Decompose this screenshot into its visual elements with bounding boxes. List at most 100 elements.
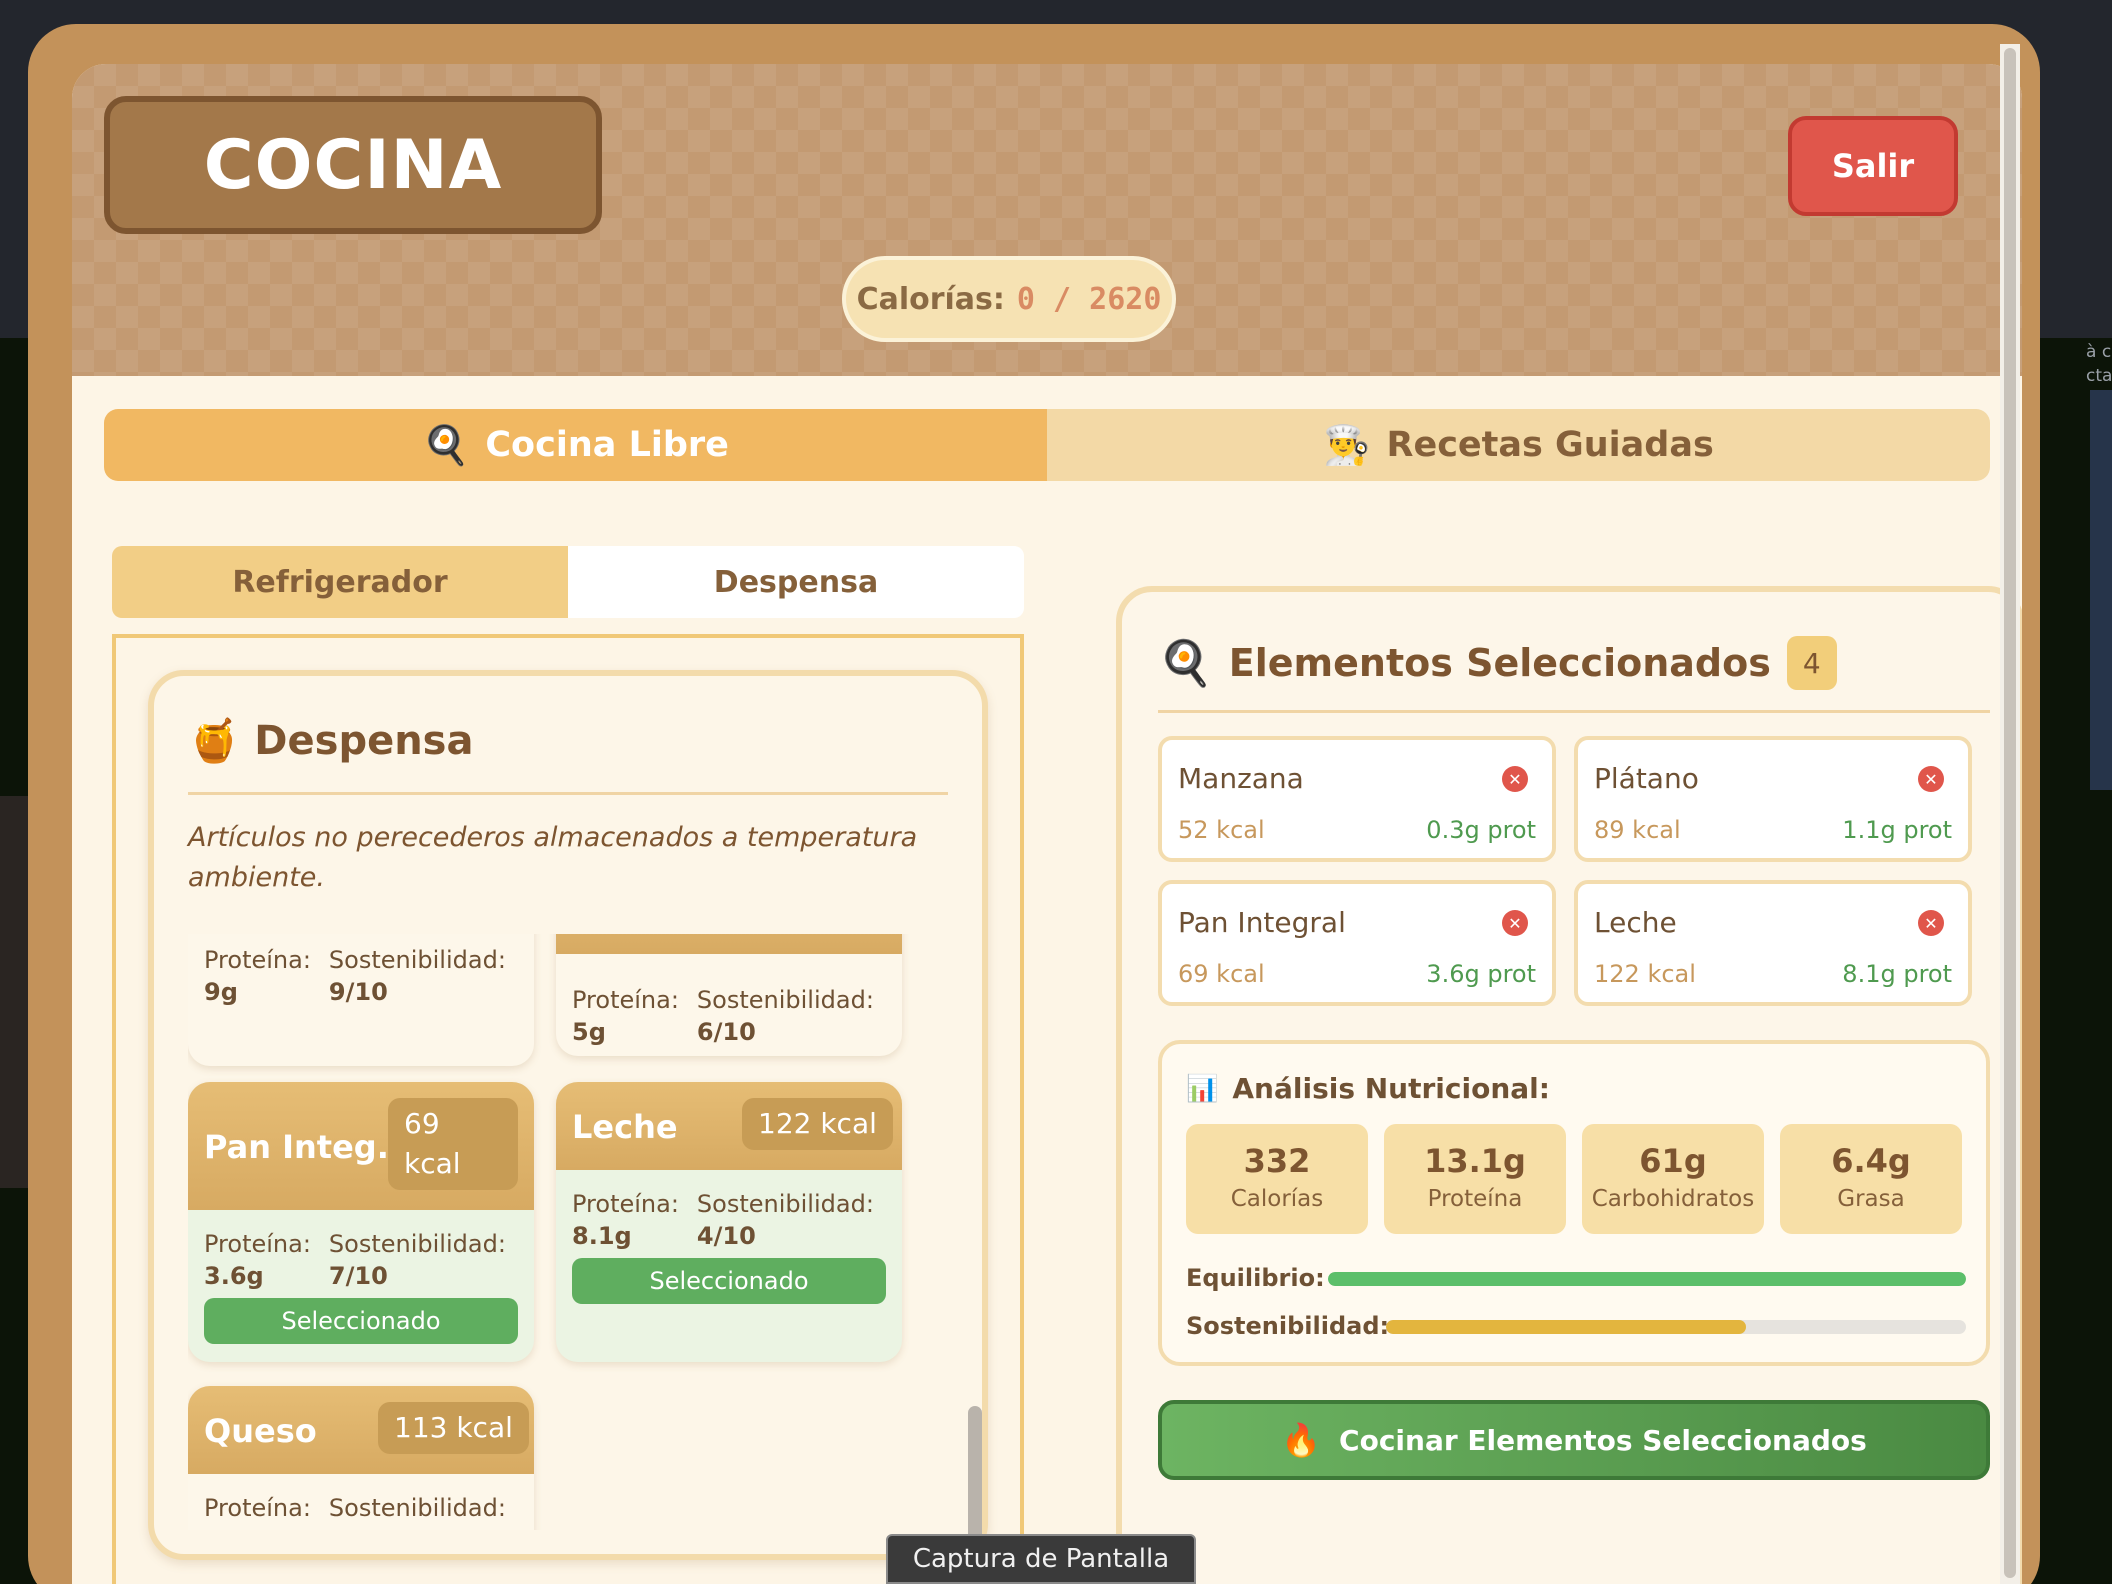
sustainability-label: Sostenibilidad: [1186, 1312, 1390, 1340]
food-kcal-badge: 113 kcal [378, 1402, 529, 1454]
pantry-description: Artículos no perecederos almacenados a t… [188, 822, 918, 893]
food-card-leche[interactable]: Leche 122 kcal Proteína: 8.1g Sostenibili… [556, 1082, 902, 1362]
modal-scrollbar-thumb[interactable] [2004, 48, 2016, 1578]
food-stats: Proteína: Sostenibilidad: [204, 1492, 506, 1524]
selected-item-name: Leche [1594, 906, 1677, 939]
sustainability-label: Sostenibilidad: [328, 1494, 506, 1522]
balance-bar [1328, 1272, 1966, 1286]
sustainability-label: Sostenibilidad: [328, 1230, 506, 1258]
protein-label: Proteína: [572, 1190, 679, 1218]
food-card-header [556, 934, 902, 954]
frying-pan-icon: 🍳 [1158, 638, 1213, 689]
pantry-item-list[interactable]: Proteína: 9g Sostenibilidad: 9/10 Proteína… [188, 934, 948, 1530]
stat-fat: 6.4g Grasa [1780, 1124, 1962, 1234]
nutrition-analysis: 📊 Análisis Nutricional: 332 Calorías 13.… [1158, 1040, 1990, 1366]
protein-stat: Proteína: 8.1g [572, 1188, 679, 1252]
selected-item-kcal: 52 kcal [1178, 816, 1265, 844]
stat-label: Calorías [1230, 1186, 1324, 1212]
remove-icon[interactable]: ✕ [1502, 766, 1528, 792]
balance-bar-fill [1328, 1272, 1966, 1286]
sustainability-value: 6/10 [696, 1018, 756, 1046]
stat-label: Grasa [1837, 1186, 1905, 1212]
food-name: Pan Integ... [204, 1128, 414, 1166]
protein-value: 8.1g [572, 1222, 632, 1250]
sustainability-stat: Sostenibilidad: 4/10 [697, 1188, 874, 1252]
stat-label: Carbohidratos [1591, 1186, 1755, 1212]
tab-recetas-guiadas[interactable]: 👨‍🍳 Recetas Guiadas [1047, 409, 1990, 481]
food-stats: Proteína: 3.6g Sostenibilidad: 7/10 [204, 1228, 506, 1292]
background-side-text: à c cta [2086, 340, 2112, 388]
sustainability-label: Sostenibilidad: [696, 986, 874, 1014]
selected-item[interactable]: Manzana ✕ 52 kcal 0.3g prot [1158, 736, 1556, 862]
fire-icon: 🔥 [1281, 1421, 1322, 1459]
food-stats: Proteína: 8.1g Sostenibilidad: 4/10 [572, 1188, 874, 1252]
divider [1158, 710, 1990, 713]
kitchen-title: COCINA [104, 96, 602, 234]
screenshot-tooltip: Captura de Pantalla [886, 1534, 1196, 1584]
background-side-panel [2090, 390, 2112, 790]
background-side-text-line: à c [2086, 342, 2112, 362]
divider [188, 792, 948, 795]
selected-button[interactable]: Seleccionado [572, 1258, 886, 1304]
sustainability-label: Sostenibilidad: [696, 1190, 874, 1218]
pantry-scrollbar[interactable] [1000, 934, 1022, 1530]
tab-label: Recetas Guiadas [1386, 425, 1714, 465]
selected-item-kcal: 122 kcal [1594, 960, 1696, 988]
exit-button[interactable]: Salir [1788, 116, 1958, 216]
stat-label: Proteína [1427, 1186, 1523, 1212]
sustainability-stat: Sostenibilidad: 7/10 [329, 1228, 506, 1292]
food-kcal-badge: 69 kcal [388, 1098, 518, 1190]
selected-item-protein: 1.1g prot [1842, 816, 1952, 844]
selected-item-name: Plátano [1594, 762, 1699, 795]
pantry-title: Despensa [254, 718, 474, 764]
storage-tabs: Refrigerador Despensa [112, 546, 1024, 618]
tab-despensa[interactable]: Despensa [568, 546, 1024, 618]
food-name: Leche [572, 1108, 678, 1146]
food-card[interactable]: Proteína: 5g Sostenibilidad: 6/10 [556, 934, 902, 1056]
frying-pan-icon: 🍳 [422, 422, 470, 467]
background-side-text-line: cta [2086, 366, 2112, 386]
selected-button[interactable]: Seleccionado [204, 1298, 518, 1344]
calories-counter: Calorías: 0 / 2620 [842, 256, 1176, 342]
pantry-card: 🍯 Despensa Artículos no perecederos alma… [148, 670, 988, 1560]
selected-item-protein: 0.3g prot [1426, 816, 1536, 844]
selected-item-protein: 8.1g prot [1842, 960, 1952, 988]
selected-item[interactable]: Pan Integral ✕ 69 kcal 3.6g prot [1158, 880, 1556, 1006]
protein-label: Proteína: [572, 986, 679, 1014]
kitchen-modal: COCINA Salir Calorías: 0 / 2620 🍳 Cocina… [28, 24, 2040, 1584]
kitchen-modal-body: COCINA Salir Calorías: 0 / 2620 🍳 Cocina… [72, 64, 2022, 1584]
sustainability-value: 9/10 [328, 978, 388, 1006]
cook-selected-button[interactable]: 🔥 Cocinar Elementos Seleccionados [1158, 1400, 1990, 1480]
remove-icon[interactable]: ✕ [1918, 910, 1944, 936]
sustainability-bar-fill [1386, 1320, 1746, 1334]
selected-count-badge: 4 [1786, 636, 1837, 690]
protein-value: 3.6g [204, 1262, 264, 1290]
selected-items-panel: 🍳 Elementos Seleccionados 4 Manzana ✕ 52… [1116, 586, 2022, 1584]
food-name: Queso [204, 1412, 317, 1450]
tab-refrigerador[interactable]: Refrigerador [112, 546, 568, 618]
sustainability-bar [1386, 1320, 1966, 1334]
stat-value: 61g [1639, 1142, 1707, 1180]
selected-item[interactable]: Plátano ✕ 89 kcal 1.1g prot [1574, 736, 1972, 862]
tab-cocina-libre[interactable]: 🍳 Cocina Libre [104, 409, 1047, 481]
remove-icon[interactable]: ✕ [1918, 766, 1944, 792]
protein-label: Proteína: [204, 1494, 311, 1522]
protein-stat: Proteína: 3.6g [204, 1228, 311, 1292]
sustainability-value: 4/10 [696, 1222, 756, 1250]
stat-value: 332 [1243, 1142, 1311, 1180]
food-stats: Proteína: 9g Sostenibilidad: 9/10 [204, 944, 506, 1008]
stat-value: 13.1g [1424, 1142, 1526, 1180]
selected-item[interactable]: Leche ✕ 122 kcal 8.1g prot [1574, 880, 1972, 1006]
selected-item-protein: 3.6g prot [1426, 960, 1536, 988]
protein-label: Proteína: [204, 946, 311, 974]
food-card-queso[interactable]: Queso 113 kcal Proteína: Sostenibilidad: [188, 1386, 534, 1530]
food-card[interactable]: Proteína: 9g Sostenibilidad: 9/10 [188, 934, 534, 1066]
protein-stat: Proteína: 5g [572, 984, 679, 1048]
food-card-pan-integral[interactable]: Pan Integ... 69 kcal Proteína: 3.6g Soste… [188, 1082, 534, 1362]
food-stats: Proteína: 5g Sostenibilidad: 6/10 [572, 984, 874, 1048]
pantry-scrollbar-thumb[interactable] [968, 1406, 982, 1544]
sustainability-stat: Sostenibilidad: [329, 1492, 506, 1524]
remove-icon[interactable]: ✕ [1502, 910, 1528, 936]
pantry-heading: 🍯 Despensa [188, 716, 473, 766]
cook-button-label: Cocinar Elementos Seleccionados [1339, 1423, 1867, 1457]
